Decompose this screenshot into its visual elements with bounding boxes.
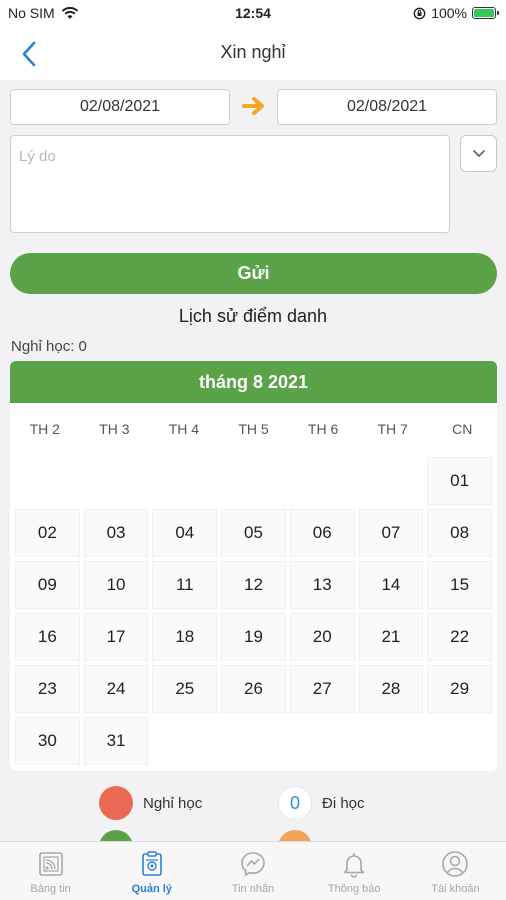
send-button[interactable]: Gửi — [10, 253, 497, 294]
tab-label: Quản lý — [131, 883, 172, 895]
calendar-day[interactable]: 25 — [152, 665, 218, 713]
calendar-day[interactable]: 16 — [15, 613, 80, 661]
arrow-right-icon — [242, 97, 264, 115]
orientation-lock-icon — [413, 7, 426, 19]
tab-notifications[interactable]: Thông báo — [304, 842, 405, 900]
calendar-day[interactable]: 13 — [289, 561, 355, 609]
absent-color-dot — [99, 786, 133, 820]
calendar-day[interactable]: 02 — [15, 509, 80, 557]
calendar-day[interactable]: 14 — [358, 561, 424, 609]
calendar-day[interactable]: 22 — [427, 613, 492, 661]
calendar-empty-cell — [359, 457, 424, 505]
calendar-day[interactable]: 15 — [427, 561, 492, 609]
weekday-label: TH 4 — [168, 421, 200, 437]
calendar-day[interactable]: 31 — [83, 717, 149, 765]
account-icon — [442, 851, 469, 877]
tab-management[interactable]: Quản lý — [101, 842, 202, 900]
attendance-history-title: Lịch sử điểm danh — [178, 306, 328, 326]
status-right: 100% — [413, 5, 499, 21]
chevron-down-icon — [472, 150, 485, 157]
attendance-calendar: tháng 8 2021 TH 2 TH 3 TH 4 TH 5 TH 6 TH… — [10, 361, 497, 771]
tab-account[interactable]: Tài khoản — [405, 842, 506, 900]
calendar-weekday-row: TH 2 TH 3 TH 4 TH 5 TH 6 TH 7 CN — [10, 403, 497, 455]
news-feed-icon — [38, 852, 63, 876]
calendar-day[interactable]: 10 — [83, 561, 149, 609]
tab-news-feed[interactable]: Bảng tin — [0, 842, 101, 900]
present-count-badge: 0 — [278, 786, 312, 820]
calendar-day[interactable]: 19 — [221, 613, 286, 661]
calendar-month-header: tháng 8 2021 — [10, 361, 497, 403]
calendar-day[interactable]: 29 — [427, 665, 492, 713]
calendar-day[interactable]: 28 — [358, 665, 424, 713]
calendar-day[interactable]: 04 — [152, 509, 218, 557]
legend-absent-label: Nghỉ học — [143, 794, 203, 812]
end-date-field[interactable]: 02/08/2021 — [277, 89, 497, 125]
calendar-day[interactable]: 23 — [15, 665, 80, 713]
calendar-day[interactable]: 27 — [289, 665, 355, 713]
battery-percent: 100% — [431, 5, 467, 21]
tab-messages[interactable]: Tin nhắn — [202, 842, 303, 900]
battery-icon — [472, 7, 499, 19]
status-bar: No SIM 12:54 100% — [0, 0, 506, 28]
weekday-label: TH 7 — [377, 421, 408, 437]
tab-label: Thông báo — [327, 883, 381, 895]
calendar-day[interactable]: 01 — [427, 457, 492, 505]
weekday-label: TH 5 — [238, 421, 269, 437]
calendar-day[interactable]: 26 — [221, 665, 286, 713]
calendar-day[interactable]: 05 — [221, 509, 286, 557]
page-title: Xin nghỉ — [220, 42, 286, 62]
tab-label: Tin nhắn — [231, 883, 275, 895]
tab-label: Tài khoản — [431, 883, 480, 895]
calendar-day[interactable]: 17 — [83, 613, 149, 661]
calendar-empty-cell — [84, 457, 149, 505]
tab-label: Bảng tin — [30, 883, 71, 895]
calendar-day[interactable]: 07 — [358, 509, 424, 557]
absent-count-label: Nghỉ học: 0 — [11, 338, 87, 355]
bell-icon — [343, 853, 365, 878]
legend-present: 0 Đi học — [278, 785, 365, 821]
calendar-day[interactable]: 09 — [15, 561, 80, 609]
calendar-day[interactable]: 20 — [289, 613, 355, 661]
weekday-label: TH 6 — [307, 421, 339, 437]
calendar-empty-cell — [152, 457, 217, 505]
reason-textarea[interactable] — [10, 135, 450, 233]
messenger-icon — [241, 852, 265, 877]
reason-dropdown-button[interactable] — [460, 135, 497, 172]
management-icon — [141, 851, 162, 876]
legend-present-label: Đi học — [322, 794, 365, 812]
navigation-bar: Xin nghỉ — [0, 28, 506, 80]
weekday-label: CN — [452, 421, 473, 437]
calendar-day[interactable]: 06 — [289, 509, 355, 557]
weekday-label: TH 3 — [99, 421, 130, 437]
calendar-day[interactable]: 03 — [83, 509, 149, 557]
calendar-days-grid: 01 02 03 04 05 06 07 08 09 10 11 12 13 1… — [10, 455, 497, 767]
calendar-day[interactable]: 24 — [83, 665, 149, 713]
calendar-day[interactable]: 12 — [221, 561, 286, 609]
calendar-empty-cell — [290, 457, 355, 505]
calendar-day[interactable]: 21 — [358, 613, 424, 661]
legend-absent: Nghỉ học — [99, 785, 202, 821]
calendar-empty-cell — [15, 457, 80, 505]
calendar-day[interactable]: 11 — [152, 561, 218, 609]
bottom-tab-bar: Bảng tin Quản lý Tin nhắn Thông báo Tài … — [0, 841, 506, 900]
calendar-empty-cell — [221, 457, 286, 505]
calendar-day[interactable]: 30 — [15, 717, 80, 765]
weekday-label: TH 2 — [29, 421, 60, 437]
calendar-day[interactable]: 08 — [427, 509, 492, 557]
start-date-field[interactable]: 02/08/2021 — [10, 89, 230, 125]
calendar-day[interactable]: 18 — [152, 613, 218, 661]
